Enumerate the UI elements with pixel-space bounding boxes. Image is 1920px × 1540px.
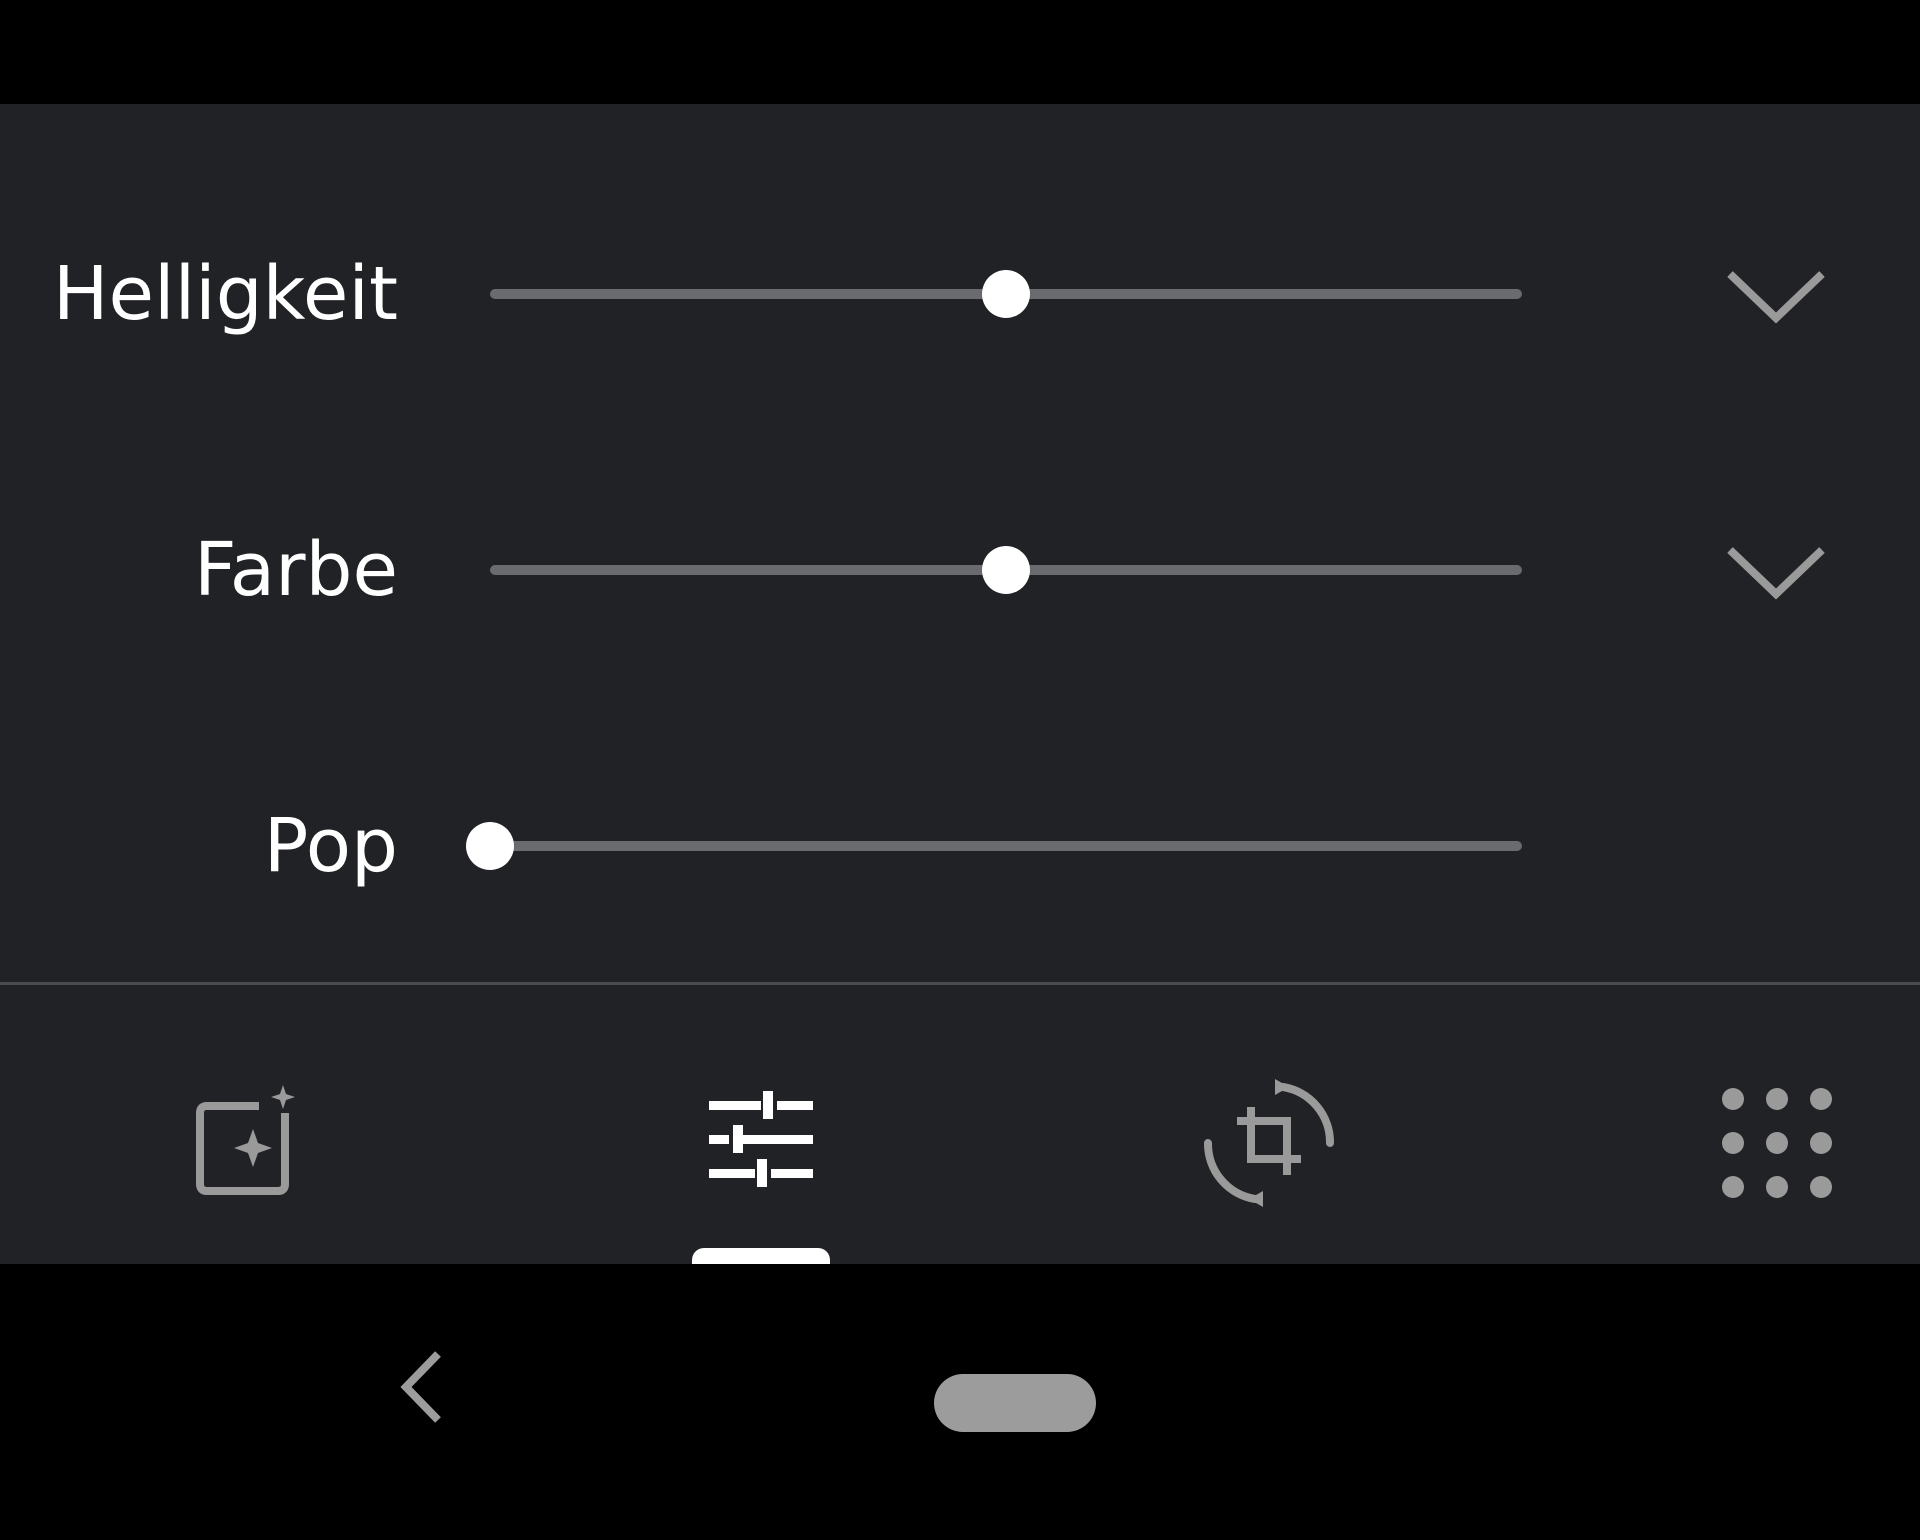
photo-editor-screen: Helligkeit Farbe Pop bbox=[0, 0, 1920, 1540]
more-tools-tab[interactable] bbox=[1697, 1063, 1857, 1223]
home-pill[interactable] bbox=[934, 1374, 1096, 1432]
chevron-down-icon bbox=[1727, 547, 1825, 600]
crop-rotate-icon bbox=[1203, 1079, 1335, 1207]
editor-panel: Helligkeit Farbe Pop bbox=[0, 104, 1920, 1270]
grid-dots-icon bbox=[1722, 1088, 1832, 1198]
sliders-icon bbox=[709, 1091, 813, 1187]
adjust-tab[interactable] bbox=[681, 1063, 841, 1223]
color-expand-button[interactable] bbox=[1720, 520, 1832, 620]
adjust-row-pop: Pop bbox=[0, 786, 1920, 906]
back-chevron-icon bbox=[400, 1351, 441, 1423]
pop-label: Pop bbox=[263, 803, 398, 889]
photo-sparkle-icon bbox=[196, 1085, 295, 1195]
chevron-down-icon bbox=[1727, 271, 1825, 324]
adjust-row-brightness: Helligkeit bbox=[0, 234, 1920, 354]
tool-bar bbox=[0, 985, 1920, 1270]
brightness-label: Helligkeit bbox=[52, 251, 398, 337]
slider-thumb[interactable] bbox=[982, 270, 1030, 318]
crop-rotate-tab[interactable] bbox=[1189, 1063, 1349, 1223]
slider-thumb[interactable] bbox=[982, 546, 1030, 594]
brightness-slider[interactable] bbox=[470, 254, 1530, 334]
adjust-row-color: Farbe bbox=[0, 510, 1920, 630]
system-nav-bar bbox=[0, 1264, 1920, 1540]
brightness-expand-button[interactable] bbox=[1720, 244, 1832, 344]
pop-slider[interactable] bbox=[466, 806, 1530, 886]
slider-track bbox=[490, 841, 1522, 851]
suggestions-tab[interactable] bbox=[173, 1063, 333, 1223]
slider-thumb[interactable] bbox=[466, 822, 514, 870]
adjustment-list: Helligkeit Farbe Pop bbox=[0, 104, 1920, 984]
color-label: Farbe bbox=[193, 527, 398, 613]
back-button[interactable] bbox=[382, 1342, 462, 1432]
color-slider[interactable] bbox=[470, 530, 1530, 610]
status-bar bbox=[0, 0, 1920, 104]
